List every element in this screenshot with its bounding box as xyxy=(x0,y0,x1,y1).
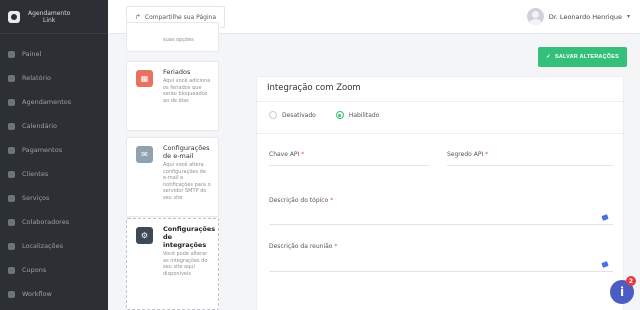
sidebar-item-workflow[interactable]: Workflow xyxy=(0,282,108,306)
integration-desc: suas opções xyxy=(163,37,194,43)
save-changes-button[interactable]: ✓ SALVAR ALTERAÇÕES xyxy=(538,47,627,67)
sidebar: Agendamento Link Painel Relatório Agenda… xyxy=(0,0,108,310)
sidebar-item-label: Cupons xyxy=(22,266,47,274)
api-key-input[interactable] xyxy=(269,165,429,166)
info-icon: i xyxy=(619,285,625,299)
integration-title: Configurações de e-mail xyxy=(163,144,210,160)
api-secret-label-text: Segredo API xyxy=(447,151,484,158)
sidebar-item-relatorio[interactable]: Relatório xyxy=(0,66,108,90)
required-mark: * xyxy=(301,151,305,158)
divider xyxy=(257,133,623,134)
topic-input[interactable] xyxy=(269,224,613,225)
integration-desc: Você pode alterar as integrações do seu … xyxy=(163,251,208,277)
integration-card-top[interactable]: suas opções xyxy=(126,22,219,52)
sidebar-item-clientes[interactable]: Clientes xyxy=(0,162,108,186)
integration-card-email[interactable]: ✉ Configurações de e-mail Aqui você alte… xyxy=(126,137,219,217)
api-key-label-text: Chave API xyxy=(269,151,300,158)
radio-enabled[interactable]: Habilitado xyxy=(335,111,380,119)
brand-line2: Link xyxy=(42,16,56,24)
integration-desc: Aqui você adiciona os feriados que serão… xyxy=(163,78,211,104)
tag-icon[interactable] xyxy=(601,261,609,268)
required-mark: * xyxy=(330,197,334,204)
integration-desc: Aqui você altera configurações de e-mail… xyxy=(163,162,211,201)
holiday-calendar-icon: ▦ xyxy=(136,70,153,87)
integrations-settings-icon: ⚙ xyxy=(136,227,153,244)
check-icon: ✓ xyxy=(546,54,551,60)
panel-title: Integração com Zoom xyxy=(267,83,361,93)
required-mark: * xyxy=(485,151,489,158)
save-changes-label: SALVAR ALTERAÇÕES xyxy=(554,54,619,60)
sidebar-item-label: Calendário xyxy=(22,122,58,130)
avatar xyxy=(526,8,544,25)
meeting-label-text: Descrição da reunião xyxy=(269,243,333,250)
topic-label: Descrição do tópico * xyxy=(269,197,333,204)
dashboard-icon xyxy=(8,50,15,58)
location-icon xyxy=(8,242,15,250)
calendar-grid-icon xyxy=(8,122,15,130)
sidebar-item-label: Colaboradores xyxy=(22,218,70,226)
sidebar-item-agendamentos[interactable]: Agendamentos xyxy=(0,90,108,114)
brand-line1: Agendamento xyxy=(28,9,71,17)
integration-title: Configurações de integrações xyxy=(163,225,216,249)
clients-icon xyxy=(8,170,15,178)
integration-card-integracoes[interactable]: ⚙ Configurações de integrações Você pode… xyxy=(126,218,219,310)
sidebar-nav: Painel Relatório Agendamentos Calendário… xyxy=(0,34,108,306)
notification-badge: 2 xyxy=(626,276,636,286)
sidebar-item-colaboradores[interactable]: Colaboradores xyxy=(0,210,108,234)
sidebar-item-label: Localizações xyxy=(22,242,63,250)
brand[interactable]: Agendamento Link xyxy=(0,0,108,34)
radio-disabled-label: Desativado xyxy=(282,111,316,119)
email-settings-icon: ✉ xyxy=(136,146,153,163)
sidebar-item-label: Clientes xyxy=(22,170,49,178)
meeting-label: Descrição da reunião * xyxy=(269,243,337,250)
staff-icon xyxy=(8,218,15,226)
sidebar-item-cupons[interactable]: Cupons xyxy=(0,258,108,282)
radio-circle[interactable] xyxy=(269,111,277,119)
chevron-down-icon: ▾ xyxy=(626,13,630,20)
report-icon xyxy=(8,74,15,82)
sidebar-item-pagamentos[interactable]: Pagamentos xyxy=(0,138,108,162)
share-icon: ↱ xyxy=(135,13,141,21)
share-page-label: Compartilhe sua Página xyxy=(144,13,217,21)
brand-text: Agendamento Link xyxy=(28,10,70,24)
required-mark: * xyxy=(334,243,338,250)
payment-icon xyxy=(8,146,15,154)
topic-label-text: Descrição do tópico xyxy=(269,197,329,204)
sidebar-item-painel[interactable]: Painel xyxy=(0,42,108,66)
zoom-integration-panel: Integração com Zoom Desativado Habilitad… xyxy=(256,76,624,310)
coupon-icon xyxy=(8,266,15,274)
sidebar-item-localizacoes[interactable]: Localizações xyxy=(0,234,108,258)
sidebar-item-calendario[interactable]: Calendário xyxy=(0,114,108,138)
sidebar-item-label: Relatório xyxy=(22,74,51,82)
integration-card-feriados[interactable]: ▦ Feriados Aqui você adiciona os feriado… xyxy=(126,61,219,131)
integration-title: Feriados xyxy=(163,68,191,76)
calendar-icon xyxy=(8,98,15,106)
divider xyxy=(257,101,623,102)
sidebar-item-label: Painel xyxy=(22,50,42,58)
sidebar-item-label: Agendamentos xyxy=(22,98,72,106)
help-button[interactable]: i 2 xyxy=(610,276,636,304)
integration-list: suas opções ▦ Feriados Aqui você adicion… xyxy=(126,22,219,310)
zoom-status-radio-group: Desativado Habilitado xyxy=(269,111,379,119)
radio-disabled[interactable]: Desativado xyxy=(269,111,316,119)
brand-logo xyxy=(8,10,20,23)
sidebar-item-label: Workflow xyxy=(22,290,52,298)
sidebar-item-label: Serviços xyxy=(22,194,50,202)
tag-icon[interactable] xyxy=(601,214,609,221)
main-content: ✓ SALVAR ALTERAÇÕES Integração com Zoom … xyxy=(240,34,640,310)
sidebar-item-servicos[interactable]: Serviços xyxy=(0,186,108,210)
api-secret-input[interactable] xyxy=(447,165,613,166)
radio-enabled-label: Habilitado xyxy=(348,111,380,119)
user-name: Dr. Leonardo Henrique xyxy=(548,12,622,21)
services-icon xyxy=(8,194,15,202)
meeting-input[interactable] xyxy=(269,271,613,272)
api-key-label: Chave API * xyxy=(269,151,304,158)
sidebar-item-label: Pagamentos xyxy=(22,146,63,154)
radio-circle-selected[interactable] xyxy=(335,111,344,119)
workflow-icon xyxy=(8,290,15,298)
api-secret-label: Segredo API * xyxy=(447,151,488,158)
user-menu[interactable]: Dr. Leonardo Henrique ▾ xyxy=(526,8,630,25)
